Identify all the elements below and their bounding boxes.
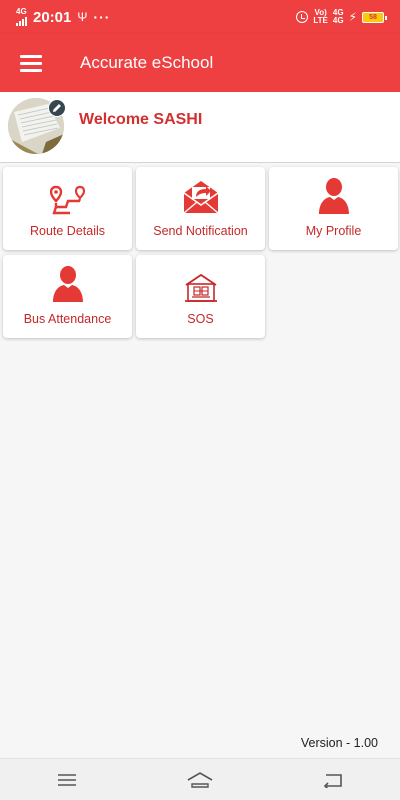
net2-bottom: 4G (332, 16, 344, 25)
tile-bus-attendance[interactable]: Bus Attendance (3, 255, 132, 338)
pencil-icon (53, 104, 61, 112)
version-label: Version - 1.00 (300, 736, 378, 750)
battery-level: 58 (369, 13, 377, 21)
network-indicator: 4G (16, 8, 27, 26)
back-button[interactable] (313, 765, 353, 795)
system-nav-bar (0, 758, 400, 800)
status-bar: 4G 20:01 Ψ ··· Vo) LTE 4G 4G ⚡ 58 (0, 0, 400, 34)
alarm-icon (296, 11, 309, 23)
network-type: 4G (16, 7, 27, 16)
tile-label: Send Notification (153, 224, 248, 238)
app-bar: Accurate eSchool (0, 34, 400, 92)
school-building-icon (184, 273, 217, 302)
tile-sos[interactable]: SOS (136, 255, 265, 338)
app-title: Accurate eSchool (80, 53, 214, 72)
tile-send-notification[interactable]: Send Notification (136, 167, 265, 250)
charging-icon: ⚡ (348, 10, 357, 24)
person-icon (52, 266, 83, 302)
clock: 20:01 (33, 8, 72, 26)
person-icon (318, 178, 349, 214)
more-notifications-icon: ··· (93, 9, 111, 25)
envelope-send-icon (183, 181, 218, 214)
tile-label: Route Details (29, 224, 106, 238)
tile-label: Bus Attendance (23, 312, 112, 326)
menu-lines-icon (57, 773, 76, 786)
home-button[interactable] (180, 765, 220, 795)
avatar-container[interactable] (8, 98, 66, 156)
volte-indicator: Vo) LTE (313, 9, 328, 25)
welcome-text: Welcome SASHI (79, 111, 203, 128)
edit-avatar-button[interactable] (48, 99, 66, 117)
tile-route-details[interactable]: Route Details (3, 167, 132, 250)
usb-icon: Ψ (77, 10, 88, 24)
network2-indicator: 4G 4G (333, 9, 344, 25)
tile-my-profile[interactable]: My Profile (269, 167, 398, 250)
tile-label: SOS (187, 312, 214, 326)
route-icon (49, 185, 85, 215)
signal-icon (16, 16, 27, 26)
recent-apps-button[interactable] (47, 765, 87, 795)
tile-label: My Profile (305, 224, 362, 238)
home-icon (187, 771, 213, 788)
volte-bottom: LTE (313, 16, 328, 25)
back-icon (324, 773, 343, 788)
hamburger-menu-icon[interactable] (20, 55, 42, 72)
profile-header: Welcome SASHI (0, 92, 400, 163)
battery-icon: 58 (362, 11, 387, 23)
